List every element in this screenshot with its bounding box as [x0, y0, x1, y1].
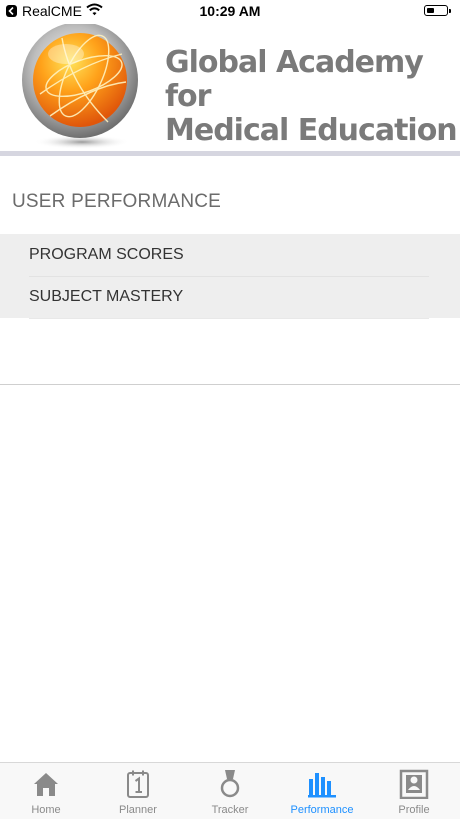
- page-title: USER PERFORMANCE: [12, 191, 222, 212]
- content-divider: [0, 384, 460, 385]
- home-icon: [34, 773, 58, 796]
- profile-icon: [399, 769, 429, 799]
- globe-logo-icon: [22, 24, 138, 149]
- performance-menu: PROGRAM SCORES SUBJECT MASTERY: [0, 234, 460, 319]
- medal-icon: [220, 770, 240, 798]
- tab-label: Planner: [119, 804, 157, 816]
- program-scores-item[interactable]: PROGRAM SCORES: [29, 234, 429, 277]
- tab-label: Home: [31, 804, 61, 816]
- tab-planner[interactable]: Planner: [92, 763, 184, 819]
- tab-profile[interactable]: Profile: [368, 763, 460, 819]
- battery-icon: [424, 5, 451, 16]
- status-bar: RealCME 10:29 AM: [0, 0, 460, 24]
- tab-bar: Home Planner Tracker Performance Profile: [0, 762, 460, 819]
- app-header: Global Academy for Medical Education: [0, 24, 460, 151]
- bar-chart-icon: [308, 773, 336, 798]
- subject-mastery-item[interactable]: SUBJECT MASTERY: [29, 276, 429, 319]
- tab-performance[interactable]: Performance: [276, 763, 368, 819]
- calendar-icon: [127, 770, 149, 798]
- logo-wordmark: Global Academy for Medical Education: [165, 46, 460, 148]
- tab-home[interactable]: Home: [0, 763, 92, 819]
- logo-line-2: Medical Education: [165, 113, 458, 148]
- tab-tracker[interactable]: Tracker: [184, 763, 276, 819]
- logo-line-1: Global Academy for: [165, 45, 424, 114]
- tab-label: Performance: [290, 804, 354, 816]
- tab-label: Profile: [398, 804, 430, 816]
- header-divider: [0, 151, 460, 156]
- tab-label: Tracker: [211, 804, 249, 816]
- status-time: 10:29 AM: [199, 3, 261, 19]
